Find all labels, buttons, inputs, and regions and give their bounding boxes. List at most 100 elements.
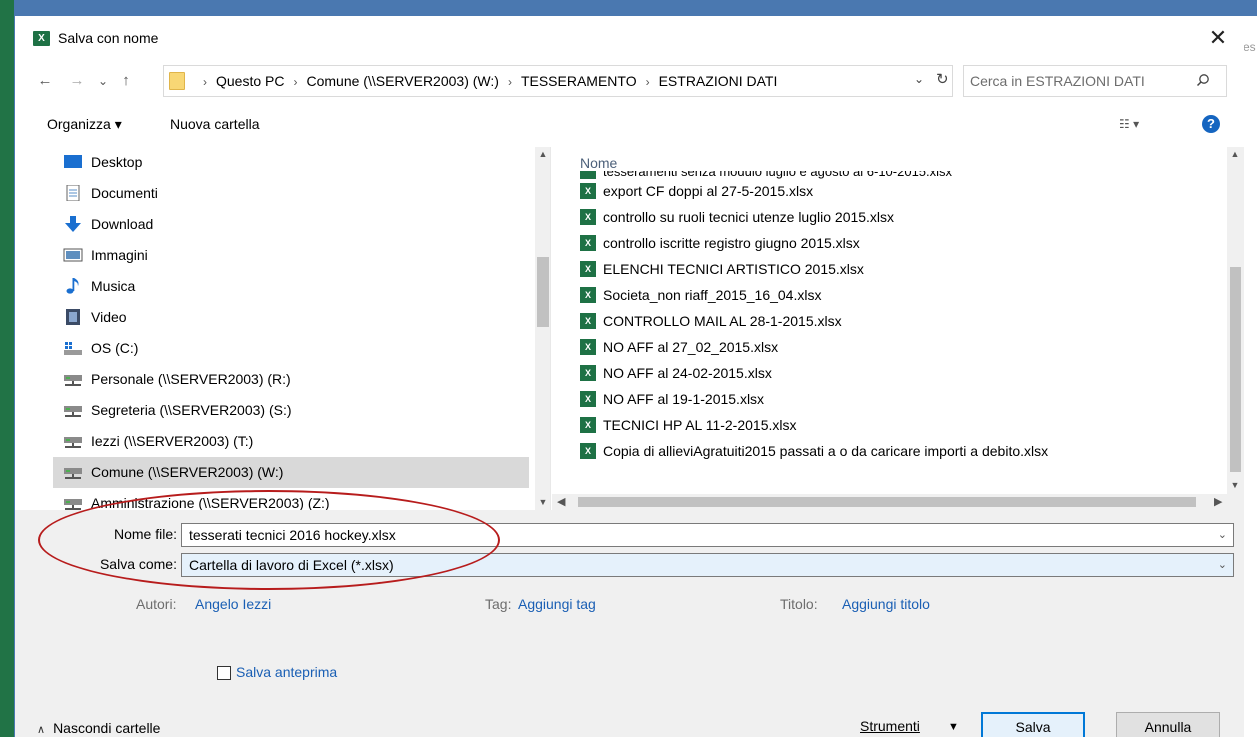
column-header-name[interactable]: Nome [580, 155, 617, 171]
excel-app-icon: X [33, 31, 50, 46]
nav-pane-scrollbar[interactable]: ▲ ▼ [535, 147, 550, 510]
file-name: TECNICI HP AL 11-2-2015.xlsx [603, 417, 797, 433]
scroll-down-icon[interactable]: ▼ [1229, 480, 1241, 490]
title-value[interactable]: Aggiungi titolo [842, 596, 930, 612]
file-row[interactable]: X NO AFF al 19-1-2015.xlsx [580, 387, 1210, 413]
file-row[interactable]: X CONTROLLO MAIL AL 28-1-2015.xlsx [580, 309, 1210, 335]
save-type-label: Salva come: [99, 556, 177, 572]
save-options-panel: Nome file: tesserati tecnici 2016 hockey… [15, 510, 1244, 737]
help-icon[interactable]: ? [1202, 115, 1220, 133]
breadcrumb-separator-icon[interactable]: › [646, 75, 650, 89]
search-icon[interactable] [1196, 73, 1210, 87]
scroll-down-icon[interactable]: ▼ [537, 497, 549, 507]
nav-item-label: Immagini [91, 247, 148, 263]
breadcrumb-questo-pc[interactable]: Questo PC [216, 73, 284, 89]
breadcrumb: › Questo PC › Comune (\\SERVER2003) (W:) › TE… [194, 73, 777, 89]
file-list-horizontal-scrollbar[interactable]: ◀ ▶ [552, 494, 1244, 510]
file-row[interactable]: X ELENCHI TECNICI ARTISTICO 2015.xlsx [580, 257, 1210, 283]
breadcrumb-separator-icon[interactable]: › [203, 75, 207, 89]
save-preview-label[interactable]: Salva anteprima [236, 664, 337, 680]
dialog-title: Salva con nome [58, 30, 159, 46]
file-row[interactable]: X Copia di allieviAgratuiti2015 passati a… [580, 439, 1210, 465]
view-options-icon[interactable]: ☷ ▾ [1119, 117, 1139, 131]
file-list-vertical-scroll-thumb[interactable] [1230, 267, 1241, 472]
nav-item-comune-w[interactable]: Comune (\\SERVER2003) (W:) [53, 457, 529, 488]
back-arrow-icon[interactable]: ← [35, 71, 55, 91]
nav-item-video[interactable]: Video [63, 302, 529, 333]
tools-dropdown-icon[interactable]: ▼ [948, 721, 959, 733]
nav-item-amministrazione-z[interactable]: Amministrazione (\\SERVER2003) (Z:) [63, 488, 529, 510]
tags-value[interactable]: Aggiungi tag [518, 596, 596, 612]
network-drive-icon [64, 499, 82, 510]
nav-item-immagini[interactable]: Immagini [63, 240, 529, 271]
breadcrumb-separator-icon[interactable]: › [293, 75, 297, 89]
close-button[interactable]: ✕ [1203, 24, 1233, 52]
address-dropdown-icon[interactable]: ⌄ [914, 72, 924, 86]
drive-icon [64, 342, 82, 355]
scroll-up-icon[interactable]: ▲ [537, 149, 549, 159]
up-arrow-icon[interactable]: ↑ [116, 71, 136, 91]
address-bar[interactable]: › Questo PC › Comune (\\SERVER2003) (W:) › TE… [163, 65, 953, 97]
chevron-down-icon[interactable]: ⌄ [1218, 528, 1227, 541]
nav-item-segreteria-s[interactable]: Segreteria (\\SERVER2003) (S:) [63, 395, 529, 426]
excel-file-icon: X [580, 313, 596, 329]
breadcrumb-comune[interactable]: Comune (\\SERVER2003) (W:) [306, 73, 498, 89]
file-row[interactable]: Xcontrollo su ruoli tecnici utenze lugli… [580, 205, 1210, 231]
filename-field[interactable]: tesserati tecnici 2016 hockey.xlsx ⌄ [181, 523, 1234, 547]
background-excel-strip [0, 0, 14, 737]
nav-item-label: Video [91, 309, 127, 325]
file-name: CONTROLLO MAIL AL 28-1-2015.xlsx [603, 313, 842, 329]
nav-item-personale-r[interactable]: Personale (\\SERVER2003) (R:) [63, 364, 529, 395]
nav-item-iezzi-t[interactable]: Iezzi (\\SERVER2003) (T:) [63, 426, 529, 457]
hide-folders-label: Nascondi cartelle [53, 720, 161, 736]
nav-item-documenti[interactable]: Documenti [63, 178, 529, 209]
hide-folders-button[interactable]: ∧ Nascondi cartelle [37, 720, 160, 736]
save-preview-checkbox[interactable] [217, 666, 231, 680]
file-list-pane: Nome tesseramenti senza modulo luglio e … [552, 147, 1244, 510]
file-row[interactable]: Xexport CF doppi al 27-5-2015.xlsx [580, 179, 1210, 205]
search-input[interactable] [970, 71, 1190, 91]
excel-file-icon: X [580, 339, 596, 355]
file-row[interactable]: X Societa_non riaff_2015_16_04.xlsx [580, 283, 1210, 309]
chevron-down-icon[interactable]: ⌄ [1218, 558, 1227, 571]
save-button[interactable]: Salva [981, 712, 1085, 737]
file-row[interactable]: Xcontrollo iscritte registro giugno 2015… [580, 231, 1210, 257]
excel-file-icon: X [580, 209, 596, 225]
refresh-icon[interactable]: ↻ [936, 70, 949, 88]
scroll-right-icon[interactable]: ▶ [1214, 495, 1222, 508]
breadcrumb-estrazioni-dati[interactable]: ESTRAZIONI DATI [659, 73, 778, 89]
search-box[interactable] [963, 65, 1227, 97]
filename-value[interactable]: tesserati tecnici 2016 hockey.xlsx [189, 527, 396, 543]
file-name: Copia di allieviAgratuiti2015 passati a … [603, 443, 1049, 459]
breadcrumb-tesseramento[interactable]: TESSERAMENTO [521, 73, 637, 89]
nav-item-os-c[interactable]: OS (C:) [63, 333, 529, 364]
title-label: Titolo: [780, 596, 818, 612]
folder-icon [169, 72, 185, 90]
breadcrumb-separator-icon[interactable]: › [508, 75, 512, 89]
recent-locations-chevron-icon[interactable]: ⌄ [93, 71, 113, 91]
file-row-partial[interactable]: tesseramenti senza modulo luglio e agost… [580, 171, 1210, 179]
save-type-select[interactable]: Cartella di lavoro di Excel (*.xlsx) ⌄ [181, 553, 1234, 577]
file-name: NO AFF al 24-02-2015.xlsx [603, 365, 772, 381]
scroll-up-icon[interactable]: ▲ [1229, 149, 1241, 159]
background-right: es [1243, 16, 1257, 737]
scroll-left-icon[interactable]: ◀ [557, 495, 565, 508]
nav-item-musica[interactable]: Musica [63, 271, 529, 302]
file-list-horizontal-scroll-thumb[interactable] [578, 497, 1196, 507]
authors-value[interactable]: Angelo Iezzi [195, 596, 271, 612]
new-folder-button[interactable]: Nuova cartella [170, 116, 260, 132]
tools-button[interactable]: Strumenti [860, 718, 920, 734]
nav-item-download[interactable]: Download [63, 209, 529, 240]
forward-arrow-icon[interactable]: → [67, 71, 87, 91]
file-row[interactable]: X TECNICI HP AL 11-2-2015.xlsx [580, 413, 1210, 439]
network-drive-icon [64, 375, 82, 386]
navigation-row: ← → ⌄ ↑ › Questo PC › Comune (\\SERVER2003)… [15, 60, 1244, 104]
file-row[interactable]: X NO AFF al 27_02_2015.xlsx [580, 335, 1210, 361]
file-name: controllo iscritte registro giugno 2015.… [603, 235, 860, 251]
file-list-vertical-scrollbar[interactable]: ▲ ▼ [1227, 147, 1244, 494]
nav-pane-scroll-thumb[interactable] [537, 257, 549, 327]
organize-menu-button[interactable]: Organizza ▾ [47, 116, 122, 133]
cancel-button[interactable]: Annulla [1116, 712, 1220, 737]
file-row[interactable]: X NO AFF al 24-02-2015.xlsx [580, 361, 1210, 387]
nav-item-desktop[interactable]: Desktop [63, 147, 529, 178]
